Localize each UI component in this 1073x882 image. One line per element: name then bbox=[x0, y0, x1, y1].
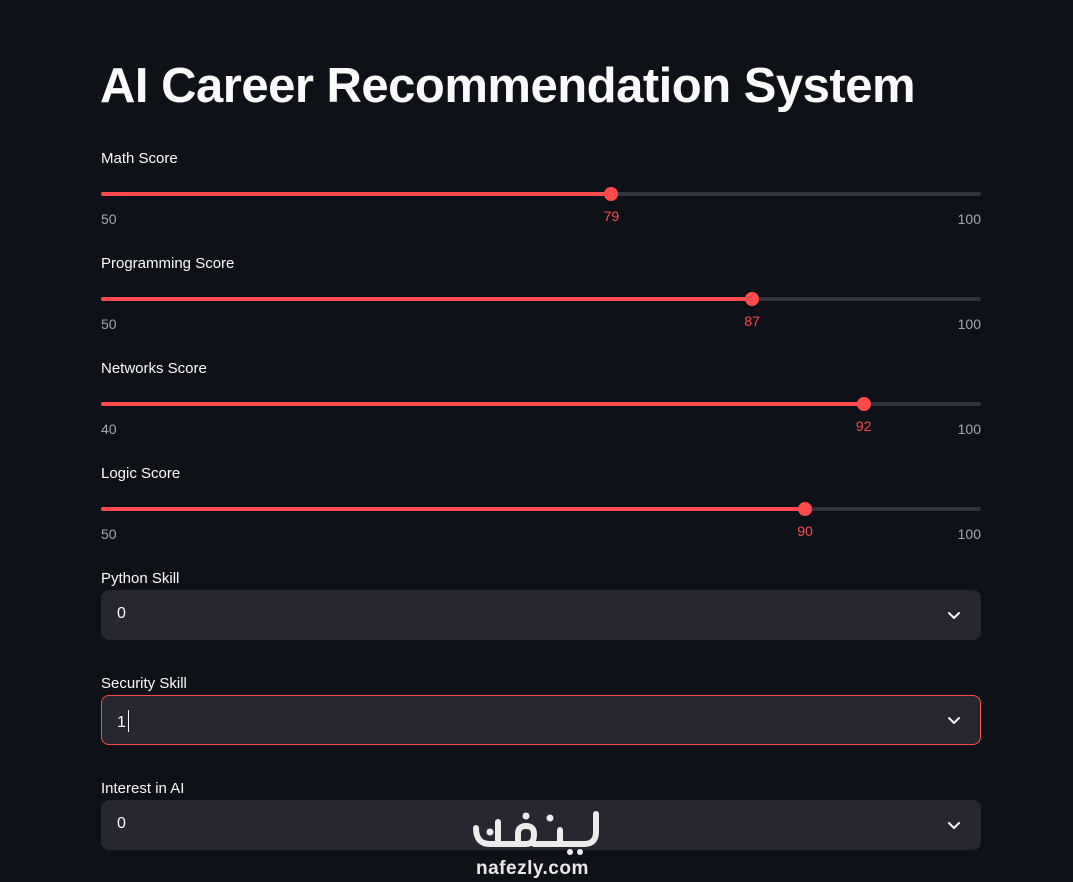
slider-fill bbox=[101, 297, 753, 301]
select-security-skill: Security Skill 1 bbox=[101, 675, 981, 755]
app-page: AI Career Recommendation System Math Sco… bbox=[0, 0, 1073, 882]
slider-networks-score: Networks Score 92 40 100 bbox=[101, 360, 981, 455]
slider-min-label: 50 bbox=[101, 316, 117, 332]
select-label: Python Skill bbox=[101, 570, 180, 587]
text-cursor bbox=[127, 710, 129, 732]
chevron-down-icon[interactable] bbox=[946, 607, 962, 623]
slider-value: 87 bbox=[744, 313, 760, 329]
slider-track[interactable]: 92 bbox=[101, 397, 981, 434]
chevron-down-icon[interactable] bbox=[946, 712, 962, 728]
select-value: 1 bbox=[117, 710, 129, 732]
page-title: AI Career Recommendation System bbox=[100, 59, 916, 113]
slider-fill bbox=[101, 402, 864, 406]
slider-label: Math Score bbox=[101, 150, 178, 167]
select-value-text: 0 bbox=[117, 605, 126, 622]
slider-track[interactable]: 79 bbox=[101, 187, 981, 224]
select-value-text: 1 bbox=[117, 714, 126, 731]
slider-track[interactable]: 87 bbox=[101, 292, 981, 329]
slider-label: Programming Score bbox=[101, 255, 235, 272]
slider-thumb[interactable] bbox=[856, 397, 871, 411]
slider-math-score: Math Score 79 50 100 bbox=[101, 150, 981, 245]
select-python-skill: Python Skill 0 bbox=[101, 570, 981, 650]
select-value: 0 bbox=[117, 815, 126, 833]
slider-track[interactable]: 90 bbox=[101, 502, 981, 539]
chevron-down-icon[interactable] bbox=[946, 817, 962, 833]
slider-max-label: 100 bbox=[957, 421, 981, 437]
slider-thumb[interactable] bbox=[798, 502, 812, 516]
slider-value: 79 bbox=[603, 208, 620, 224]
select-input[interactable]: 1 bbox=[101, 695, 981, 745]
select-value: 0 bbox=[117, 605, 126, 623]
slider-logic-score: Logic Score 90 50 100 bbox=[101, 465, 981, 560]
select-input[interactable]: 0 bbox=[101, 800, 981, 850]
select-label: Security Skill bbox=[101, 675, 187, 692]
slider-thumb[interactable] bbox=[604, 187, 619, 201]
slider-max-label: 100 bbox=[957, 316, 981, 332]
slider-min-label: 40 bbox=[101, 421, 117, 437]
slider-programming-score: Programming Score 87 50 100 bbox=[101, 255, 981, 350]
select-value-text: 0 bbox=[117, 815, 126, 832]
slider-label: Networks Score bbox=[101, 360, 207, 377]
slider-value: 90 bbox=[797, 523, 813, 539]
slider-value: 92 bbox=[855, 418, 872, 434]
select-input[interactable]: 0 bbox=[101, 590, 981, 640]
slider-min-label: 50 bbox=[101, 526, 117, 542]
slider-max-label: 100 bbox=[957, 211, 981, 227]
slider-max-label: 100 bbox=[957, 526, 981, 542]
select-interest-in-ai: Interest in AI 0 bbox=[101, 780, 981, 860]
slider-min-label: 50 bbox=[101, 211, 117, 227]
slider-fill bbox=[101, 507, 805, 511]
watermark-site-text: nafezly.com bbox=[476, 858, 589, 879]
select-label: Interest in AI bbox=[101, 780, 185, 797]
slider-thumb[interactable] bbox=[745, 292, 760, 306]
slider-label: Logic Score bbox=[101, 465, 181, 482]
slider-fill bbox=[101, 192, 612, 196]
